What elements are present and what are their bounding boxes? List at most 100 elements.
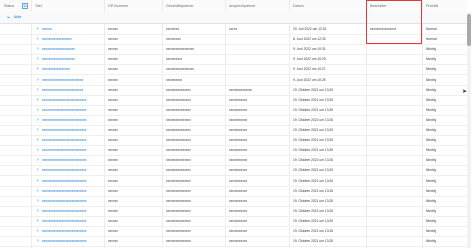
cell-gp-nummer: xxxxxx bbox=[108, 47, 118, 52]
chevron-down-icon[interactable]: ⌄ bbox=[6, 14, 11, 21]
cell-titel[interactable]: xxxxxxxxxxxxxxxxxxxxxxxxxxx bbox=[42, 216, 87, 226]
cell-titel[interactable]: xxxxxxxxxxxxxxxxxxxxxxxxxxx bbox=[42, 206, 87, 216]
cell-gp-nummer: xxxxxx bbox=[108, 117, 118, 122]
col-ansprechpartner[interactable]: Ansprechpartner bbox=[229, 0, 256, 12]
cell-titel[interactable]: xxxxxxxxxxxxxxxxxxxxxxxxxxx bbox=[42, 176, 87, 186]
cell-prioritaet: Niedrig bbox=[426, 158, 437, 163]
cell-datum: 19. Oktober 2021 um 13:30 bbox=[293, 87, 334, 92]
cell-titel[interactable]: xxxxxxxxxxxxxxxxxxxxxxxxx bbox=[42, 85, 83, 95]
cell-datum: 19. Oktober 2021 um 13:30 bbox=[293, 148, 334, 153]
chevron-right-icon[interactable]: › bbox=[37, 44, 39, 54]
cell-geschaeftspartner: xxxxxxxxxxxxxxxxx bbox=[166, 67, 195, 72]
cell-ansprechpartner: xxxxxxxxxxx bbox=[229, 178, 248, 183]
chevron-right-icon[interactable]: › bbox=[37, 176, 39, 186]
chevron-right-icon[interactable]: › bbox=[37, 95, 39, 105]
cursor-arrow-icon: ➤ bbox=[462, 89, 468, 95]
col-datum[interactable]: Datum bbox=[293, 0, 304, 12]
cell-gp-nummer: xxxxxx bbox=[108, 87, 118, 92]
cell-prioritaet: Niedrig bbox=[426, 128, 437, 132]
cell-ansprechpartner: xxxxxxxxxxx bbox=[229, 107, 248, 112]
cell-titel[interactable]: xxxxxx bbox=[42, 24, 52, 34]
cell-ansprechpartner: xxxxxxxxxxx bbox=[229, 218, 248, 223]
cell-geschaeftspartner: xxxxxxxxxxxxxxx bbox=[166, 239, 191, 244]
cell-titel[interactable]: xxxxxxxxxxxxxxxxxxxxxxxxxxx bbox=[42, 155, 87, 165]
cell-prioritaet: Niedrig bbox=[426, 138, 437, 143]
cell-gp-nummer: xxxxxx bbox=[108, 27, 118, 31]
cell-ansprechpartner: xxxxxxxxxxx bbox=[229, 188, 248, 193]
scrollbar-track[interactable] bbox=[467, 12, 471, 248]
cell-geschaeftspartner: xxxxxxxxxxxxxxx bbox=[166, 208, 191, 213]
cell-gp-nummer: xxxxxx bbox=[108, 97, 118, 102]
chevron-right-icon[interactable]: › bbox=[37, 85, 39, 95]
cell-ansprechpartner: xxxxxxxxxxxxxx bbox=[229, 87, 253, 92]
chevron-right-icon[interactable]: › bbox=[37, 125, 39, 135]
cell-datum: 19. Oktober 2021 um 13:30 bbox=[293, 138, 334, 143]
cell-titel[interactable]: xxxxxxxxxxxxxxxxxxxxxxxxxxx bbox=[42, 196, 87, 206]
cell-titel[interactable]: xxxxxxxxxxxxxxxxxxxxxxxxxxx bbox=[42, 236, 87, 246]
chevron-right-icon[interactable]: › bbox=[37, 115, 39, 125]
cell-gp-nummer: xxxxxx bbox=[108, 128, 118, 132]
cell-ansprechpartner: xxxxxxxxxxx bbox=[229, 117, 248, 122]
chevron-right-icon[interactable]: › bbox=[37, 236, 39, 246]
cell-titel[interactable]: xxxxxxxxxxxxxxxxxxxx bbox=[42, 54, 75, 64]
cell-gp-nummer: xxxxxx bbox=[108, 138, 118, 143]
cell-prioritaet: Niedrig bbox=[426, 218, 437, 223]
cell-ansprechpartner: xxxxxxxxxxx bbox=[229, 229, 248, 233]
cell-prioritaet: Niedrig bbox=[426, 239, 437, 244]
cell-titel[interactable]: xxxxxxxxxxxxxxxxxx bbox=[42, 34, 72, 44]
cell-titel[interactable]: xxxxxxxxxxxxxxxxxxxxxxxxx bbox=[42, 75, 83, 85]
chevron-right-icon[interactable]: › bbox=[37, 54, 39, 64]
cell-titel[interactable]: xxxxxxxxxxxxxxxxxxxxxxxxxxx bbox=[42, 145, 87, 155]
chevron-right-icon[interactable]: › bbox=[37, 64, 39, 74]
cell-titel[interactable]: xxxxxxxxxxxxxxxxxxxx bbox=[42, 44, 75, 54]
col-geschaeftspartner[interactable]: Geschäftspartner bbox=[166, 0, 194, 12]
cell-titel[interactable]: xxxxxxxxxxxxxxxxx bbox=[42, 64, 70, 74]
cell-prioritaet: Niedrig bbox=[426, 208, 437, 213]
cell-geschaeftspartner: xxxxxxxxx bbox=[166, 37, 181, 42]
chevron-right-icon[interactable]: › bbox=[37, 155, 39, 165]
chevron-right-icon[interactable]: › bbox=[37, 75, 39, 85]
chevron-right-icon[interactable]: › bbox=[37, 216, 39, 226]
cell-geschaeftspartner: xxxxxxxxxxxxxxx bbox=[166, 178, 191, 183]
cell-geschaeftspartner: xxxxxxxxxxxxxxx bbox=[166, 107, 191, 112]
cell-titel[interactable]: xxxxxxxxxxxxxxxxxxxxxxxxxxx bbox=[42, 125, 87, 135]
col-status[interactable]: Status bbox=[4, 0, 14, 12]
chevron-right-icon[interactable]: › bbox=[37, 105, 39, 115]
group-label: Aktiv bbox=[14, 15, 22, 19]
cell-datum: 19. Oktober 2021 um 13:30 bbox=[293, 208, 334, 213]
cell-geschaeftspartner: xxxxxxxxxxxxxxx bbox=[166, 128, 191, 132]
chevron-right-icon[interactable]: › bbox=[37, 34, 39, 44]
chevron-right-icon[interactable]: › bbox=[37, 24, 39, 34]
cell-datum: 19. Oktober 2021 um 13:30 bbox=[293, 168, 334, 173]
cell-gp-nummer: xxxxxx bbox=[108, 158, 118, 163]
col-prioritaet[interactable]: Priorität bbox=[426, 0, 438, 12]
chevron-right-icon[interactable]: › bbox=[37, 186, 39, 196]
col-titel[interactable]: Titel bbox=[35, 0, 42, 12]
chevron-right-icon[interactable]: › bbox=[37, 165, 39, 175]
cell-titel[interactable]: xxxxxxxxxxxxxxxxxxxxxxxxxxx bbox=[42, 115, 87, 125]
cell-geschaeftspartner: xxxxxxxxxxxxxxx bbox=[166, 198, 191, 203]
cell-titel[interactable]: xxxxxxxxxxxxxxxxxxxxxxxxxxx bbox=[42, 135, 87, 145]
cell-datum: 19. Oktober 2021 um 13:30 bbox=[293, 158, 334, 163]
cell-prioritaet: Niedrig bbox=[426, 148, 437, 153]
cell-datum: 9. Juni 2022 um 10:29 bbox=[293, 57, 326, 62]
chevron-right-icon[interactable]: › bbox=[37, 206, 39, 216]
table-row[interactable]: ›xxxxxxxxxxxxxxxxxxxxxxxxxxxxxxxxxxxxxxx… bbox=[0, 236, 468, 248]
cell-titel[interactable]: xxxxxxxxxxxxxxxxxxxxxxxxxxx bbox=[42, 226, 87, 236]
cell-prioritaet: Niedrig bbox=[426, 107, 437, 112]
cell-titel[interactable]: xxxxxxxxxxxxxxxxxxxxxxxxxxx bbox=[42, 186, 87, 196]
cell-titel[interactable]: xxxxxxxxxxxxxxxxxxxxxxxxxxx bbox=[42, 95, 87, 105]
col-gp-nummer[interactable]: GP-Nummer bbox=[108, 0, 128, 12]
cell-ansprechpartner: xxxxxxxxxxx bbox=[229, 128, 248, 132]
cell-prioritaet: Niedrig bbox=[426, 178, 437, 183]
chevron-right-icon[interactable]: › bbox=[37, 196, 39, 206]
scrollbar-thumb[interactable] bbox=[467, 14, 471, 46]
cell-prioritaet: Niedrig bbox=[426, 198, 437, 203]
chevron-right-icon[interactable]: › bbox=[37, 135, 39, 145]
group-sort-icon[interactable] bbox=[22, 3, 28, 9]
chevron-right-icon[interactable]: › bbox=[37, 226, 39, 236]
cell-gp-nummer: xxxxxx bbox=[108, 107, 118, 112]
cell-titel[interactable]: xxxxxxxxxxxxxxxxxxxxxxxxxxx bbox=[42, 105, 87, 115]
chevron-right-icon[interactable]: › bbox=[37, 145, 39, 155]
cell-titel[interactable]: xxxxxxxxxxxxxxxxxxxxxxxxxxx bbox=[42, 165, 87, 175]
